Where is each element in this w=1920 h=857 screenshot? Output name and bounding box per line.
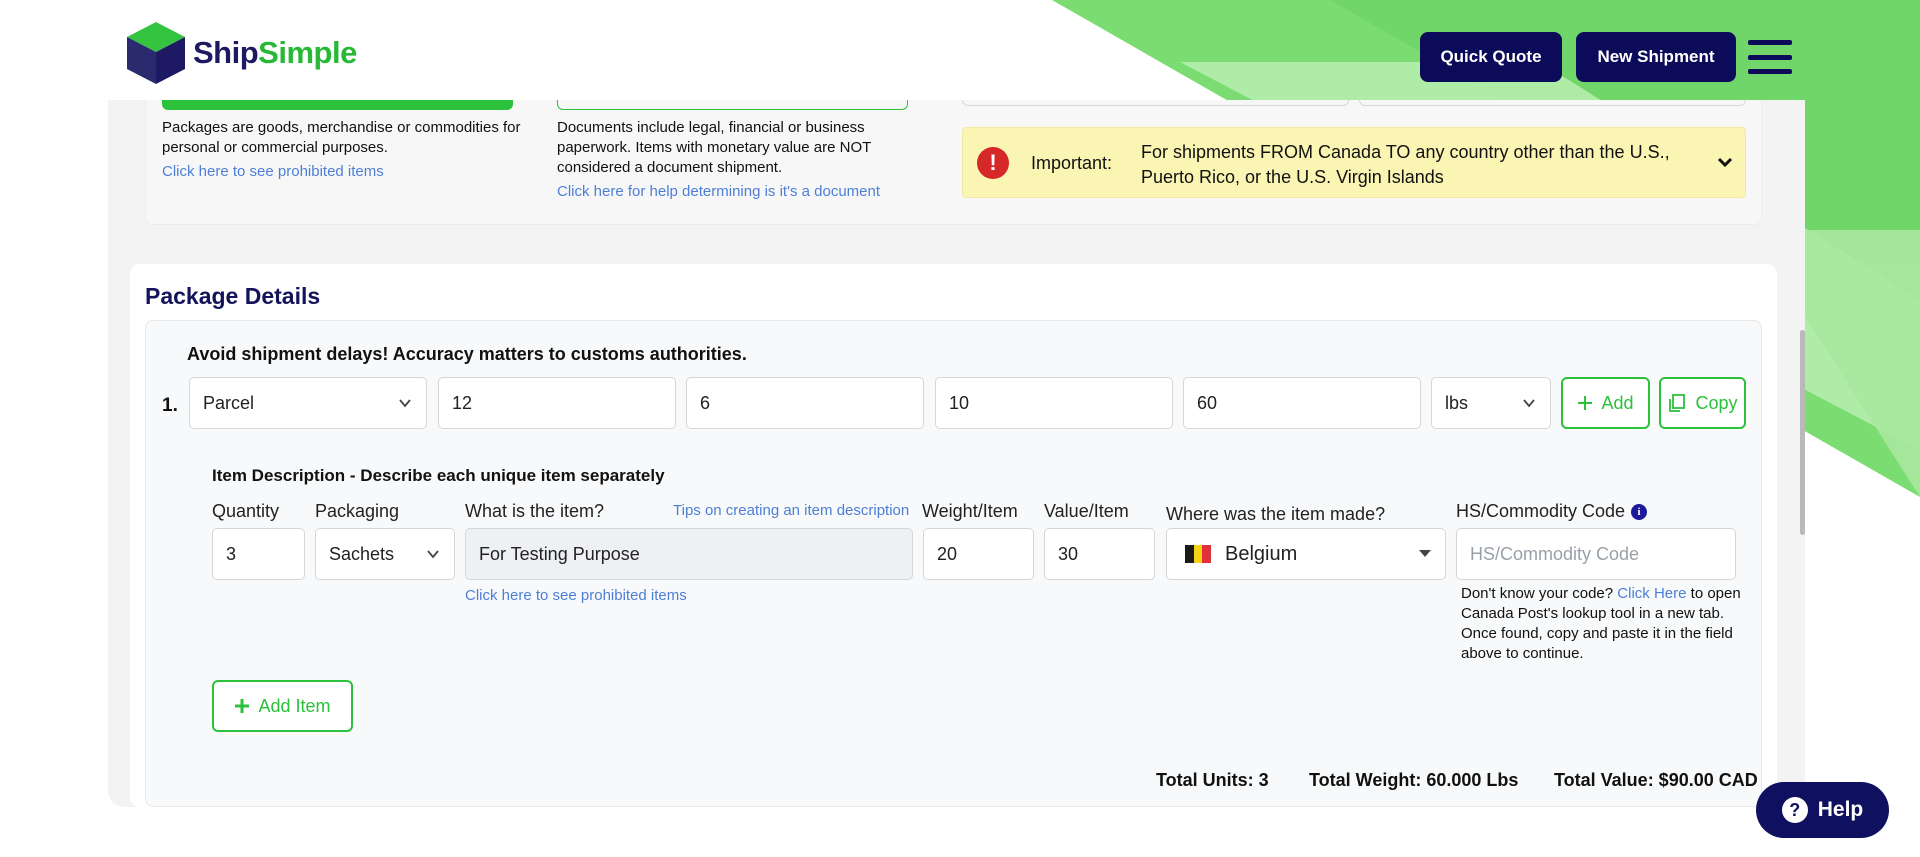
weight-per-item-input[interactable]: 20 <box>923 528 1034 580</box>
documents-option[interactable] <box>557 100 908 110</box>
quick-quote-button[interactable]: Quick Quote <box>1420 32 1562 82</box>
info-icon[interactable]: i <box>1631 504 1648 521</box>
cube-logo-icon <box>127 22 185 84</box>
chevron-down-icon <box>399 399 411 408</box>
packaging-label: Packaging <box>315 501 400 521</box>
chevron-down-icon <box>427 550 439 559</box>
origin-country-select[interactable]: Belgium <box>1166 528 1446 580</box>
plus-icon <box>1578 396 1593 410</box>
page: ShipSimple Quick Quote New Shipment Pack… <box>0 0 1920 857</box>
logo-wordmark: ShipSimple <box>193 35 357 70</box>
selected-country: Belgium <box>1185 543 1297 566</box>
quantity-input[interactable]: 3 <box>212 528 305 580</box>
question-icon: ? <box>1781 797 1808 823</box>
total-weight: Total Weight: 60.000 Lbs <box>1309 770 1519 790</box>
hs-code-help-text: Don't know your code? Click Here to open… <box>1461 585 1741 662</box>
plus-icon <box>235 699 250 713</box>
total-units: Total Units: 3 <box>1156 770 1269 790</box>
copy-icon <box>1669 394 1686 412</box>
logo[interactable]: ShipSimple <box>125 20 357 86</box>
total-value: Total Value: $90.00 CAD <box>1554 770 1758 790</box>
value-per-item-label: Value/Item <box>1044 501 1129 521</box>
packages-description: Packages are goods, merchandise or commo… <box>162 119 521 156</box>
chevron-down-icon <box>1523 399 1535 408</box>
item-description-input[interactable]: For Testing Purpose <box>465 528 913 580</box>
weight-per-item-label: Weight/Item <box>922 501 1018 521</box>
hs-code-input[interactable]: HS/Commodity Code <box>1456 528 1736 580</box>
packages-option-selected[interactable] <box>162 100 513 110</box>
item-prohibited-link[interactable]: Click here to see prohibited items <box>465 587 687 604</box>
canada-post-lookup-link[interactable]: Click Here <box>1617 585 1686 602</box>
weight-unit-select[interactable]: lbs <box>1431 377 1551 429</box>
packages-prohibited-link[interactable]: Click here to see prohibited items <box>162 163 384 180</box>
height-input[interactable]: 10 <box>935 377 1173 429</box>
menu-icon[interactable] <box>1748 40 1792 74</box>
package-type-select[interactable]: Parcel <box>189 377 427 429</box>
origin-field-edge[interactable] <box>962 100 1349 106</box>
important-alert[interactable]: ! Important: For shipments FROM Canada T… <box>962 127 1746 198</box>
section-title: Package Details <box>145 283 321 309</box>
length-input[interactable]: 12 <box>438 377 676 429</box>
alert-text: For shipments FROM Canada TO any country… <box>1141 142 1670 187</box>
copy-package-button[interactable]: Copy <box>1659 377 1746 429</box>
packaging-select[interactable]: Sachets <box>315 528 455 580</box>
weight-input[interactable]: 60 <box>1183 377 1421 429</box>
help-button[interactable]: ? Help <box>1756 782 1889 838</box>
add-package-button[interactable]: Add <box>1561 377 1650 429</box>
site-header: ShipSimple Quick Quote New Shipment <box>0 0 1920 100</box>
width-input[interactable]: 6 <box>686 377 924 429</box>
documents-description: Documents include legal, financial or bu… <box>557 119 872 176</box>
scrollbar[interactable] <box>1800 330 1805 535</box>
package-row-number: 1. <box>162 395 178 416</box>
item-what-label: What is the item? <box>465 501 605 521</box>
chevron-down-icon[interactable] <box>1715 152 1735 172</box>
add-item-button[interactable]: Add Item <box>212 680 353 732</box>
caret-down-icon <box>1419 550 1431 557</box>
destination-field-edge[interactable] <box>1359 100 1746 106</box>
exclamation-icon: ! <box>977 147 1009 179</box>
origin-country-label: Where was the item made? <box>1166 504 1386 524</box>
belgium-flag-icon <box>1185 545 1212 563</box>
new-shipment-button[interactable]: New Shipment <box>1576 32 1736 82</box>
documents-help-link[interactable]: Click here for help determining is it's … <box>557 183 880 200</box>
hs-code-label: HS/Commodity Code i <box>1456 501 1648 522</box>
value-per-item-input[interactable]: 30 <box>1044 528 1155 580</box>
quantity-label: Quantity <box>212 501 280 521</box>
item-description-heading: Item Description - Describe each unique … <box>212 466 665 485</box>
alert-label: Important: <box>1031 153 1113 173</box>
item-description-tips-link[interactable]: Tips on creating an item description <box>673 502 909 519</box>
accuracy-warning: Avoid shipment delays! Accuracy matters … <box>187 344 747 364</box>
